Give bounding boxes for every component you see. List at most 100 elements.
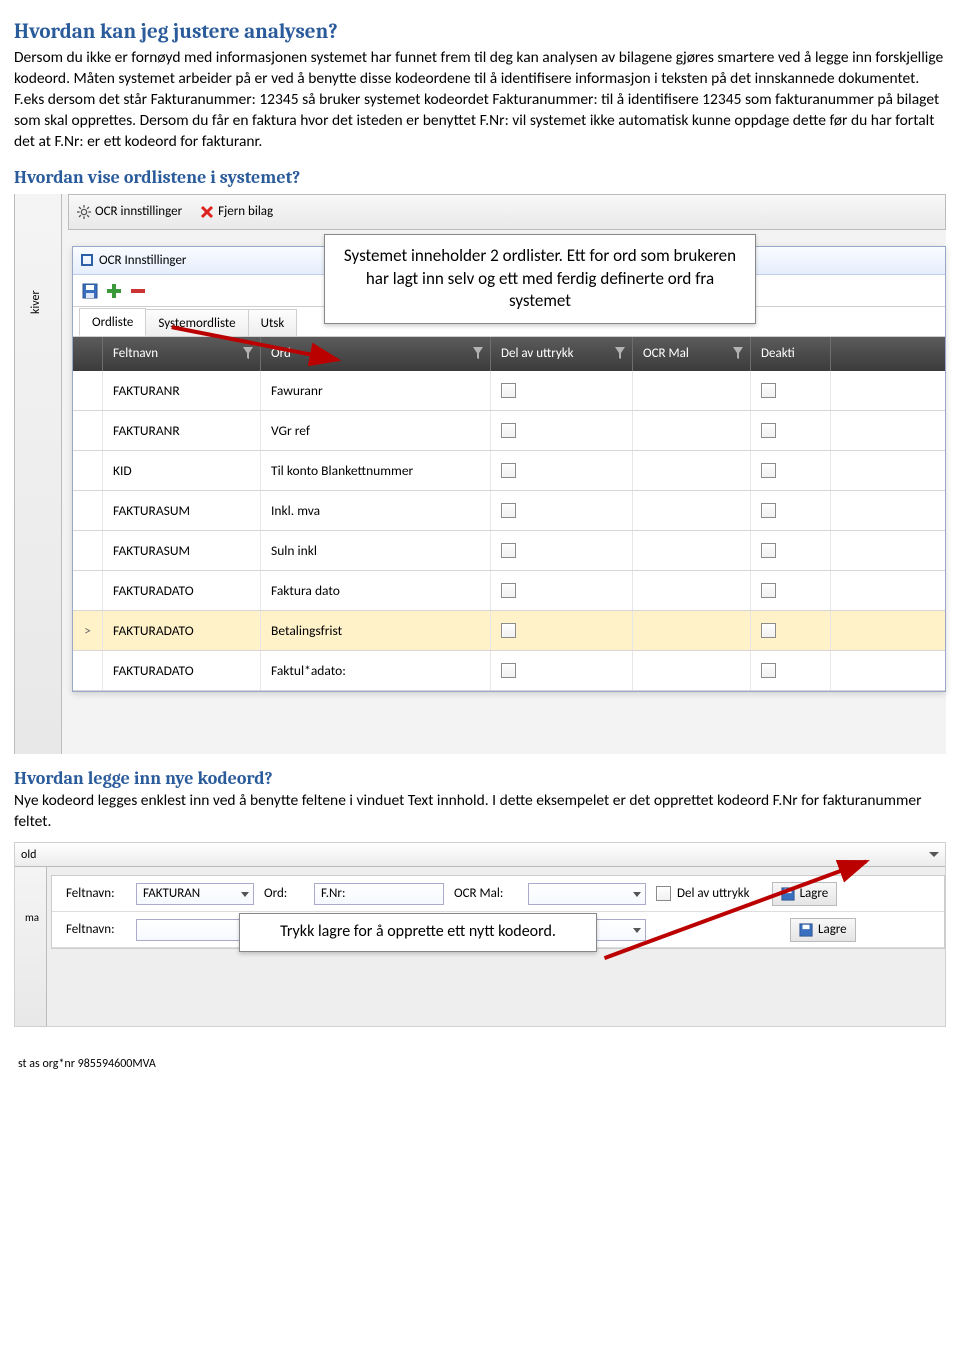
cell-ocrmal <box>633 531 751 570</box>
cell-deakti[interactable] <box>751 491 831 530</box>
cell-ocrmal <box>633 491 751 530</box>
checkbox-icon <box>501 583 516 598</box>
input-feltnavn[interactable]: FAKTURAN <box>136 883 254 905</box>
checkbox-icon <box>761 503 776 518</box>
table-row[interactable]: FAKTURASUMInkl. mva <box>73 491 945 531</box>
checkbox-icon <box>761 423 776 438</box>
checkbox-icon <box>761 383 776 398</box>
row-handle: > <box>73 611 103 650</box>
cell-ord: Suln inkl <box>261 531 491 570</box>
checkbox-icon <box>501 623 516 638</box>
table-row[interactable]: FAKTURADATOFaktura dato <box>73 571 945 611</box>
cell-deakti[interactable] <box>751 651 831 690</box>
row-handle <box>73 411 103 450</box>
cell-deakti[interactable] <box>751 531 831 570</box>
table-row[interactable]: FAKTURANRVGr ref <box>73 411 945 451</box>
side-panel-label: kiver <box>29 290 43 314</box>
row-handle <box>73 531 103 570</box>
cell-feltnavn: FAKTURANR <box>103 371 261 410</box>
cell-delav[interactable] <box>491 651 633 690</box>
cell-deakti[interactable] <box>751 371 831 410</box>
checkbox-icon <box>501 503 516 518</box>
checkbox-icon <box>501 383 516 398</box>
cell-ord: VGr ref <box>261 411 491 450</box>
screenshot-wordlists: kiver OCR innstillinger Fjern bilag Syst… <box>14 194 946 754</box>
cell-deakti[interactable] <box>751 611 831 650</box>
add-icon[interactable] <box>105 282 121 298</box>
paragraph-intro: Dersom du ikke er fornøyd med informasjo… <box>14 48 946 153</box>
remove-bilag-button[interactable]: Fjern bilag <box>200 204 273 219</box>
checkbox-icon <box>501 463 516 478</box>
checkbox-icon <box>761 583 776 598</box>
row-handle <box>73 451 103 490</box>
footer-text: st as org*nr 985594600MVA <box>14 1057 946 1071</box>
checkbox-icon <box>761 663 776 678</box>
cell-deakti[interactable] <box>751 411 831 450</box>
checkbox-icon <box>761 623 776 638</box>
table-row[interactable]: FAKTURADATOFaktul*adato: <box>73 651 945 691</box>
tooltip-save: Trykk lagre for å opprette ett nytt kode… <box>239 913 597 952</box>
cell-feltnavn: FAKTURASUM <box>103 531 261 570</box>
cell-ocrmal <box>633 651 751 690</box>
cell-ocrmal <box>633 611 751 650</box>
input-feltnavn-2[interactable] <box>136 919 254 941</box>
cell-deakti[interactable] <box>751 451 831 490</box>
table-row[interactable]: FAKTURASUMSuln inkl <box>73 531 945 571</box>
checkbox-icon <box>501 543 516 558</box>
tooltip-wordlists: Systemet inneholder 2 ordlister. Ett for… <box>324 234 756 325</box>
cell-feltnavn: FAKTURADATO <box>103 611 261 650</box>
heading-show-wordlists: Hvordan vise ordlistene i systemet? <box>14 167 946 188</box>
label-feltnavn: Feltnavn: <box>66 922 126 937</box>
window-icon <box>81 254 93 266</box>
label-ord: Ord: <box>264 886 304 901</box>
paragraph-add-keywords: Nye kodeord legges enklest inn ved å ben… <box>14 791 946 833</box>
ocr-settings-button[interactable]: OCR innstillinger <box>77 204 182 219</box>
cell-deakti[interactable] <box>751 571 831 610</box>
cell-delav[interactable] <box>491 611 633 650</box>
cell-feltnavn: FAKTURANR <box>103 411 261 450</box>
input-ord[interactable]: F.Nr: <box>314 883 444 905</box>
cell-feltnavn: FAKTURADATO <box>103 651 261 690</box>
dropdown-value: old <box>21 848 36 862</box>
table-row[interactable]: FAKTURANRFawuranr <box>73 371 945 411</box>
cell-ocrmal <box>633 571 751 610</box>
cell-ocrmal <box>633 371 751 410</box>
chevron-down-icon <box>633 892 641 897</box>
toolbar: OCR innstillinger Fjern bilag <box>68 194 946 230</box>
cell-ord: Til konto Blankettnummer <box>261 451 491 490</box>
chevron-down-icon <box>241 892 249 897</box>
cell-delav[interactable] <box>491 571 633 610</box>
cell-ocrmal <box>633 451 751 490</box>
cell-ocrmal <box>633 411 751 450</box>
cell-delav[interactable] <box>491 371 633 410</box>
cell-delav[interactable] <box>491 451 633 490</box>
col-ocrmal[interactable]: OCR Mal <box>633 337 751 371</box>
table-row[interactable]: KIDTil konto Blankettnummer <box>73 451 945 491</box>
cell-ord: Inkl. mva <box>261 491 491 530</box>
col-delavuttrykk[interactable]: Del av uttrykk <box>491 337 633 371</box>
chevron-down-icon <box>929 852 939 857</box>
row-handle <box>73 371 103 410</box>
cell-feltnavn: FAKTURADATO <box>103 571 261 610</box>
ocr-settings-label: OCR innstillinger <box>95 204 182 219</box>
save-icon[interactable] <box>81 282 97 298</box>
cell-feltnavn: FAKTURASUM <box>103 491 261 530</box>
delete-icon[interactable] <box>129 282 145 298</box>
cell-ord: Betalingsfrist <box>261 611 491 650</box>
label-feltnavn: Feltnavn: <box>66 886 126 901</box>
cell-delav[interactable] <box>491 531 633 570</box>
cell-delav[interactable] <box>491 411 633 450</box>
label-ocrmal: OCR Mal: <box>454 886 518 901</box>
screenshot-add-keyword: old ma Feltnavn: FAKTURAN Ord: F.Nr: OCR… <box>14 842 946 1027</box>
checkbox-icon <box>761 543 776 558</box>
cell-ord: Faktul*adato: <box>261 651 491 690</box>
save-button-label: Lagre <box>818 922 847 937</box>
table-row[interactable]: >FAKTURADATOBetalingsfrist <box>73 611 945 651</box>
dialog-title-text: OCR Innstillinger <box>99 253 186 268</box>
heading-add-keywords: Hvordan legge inn nye kodeord? <box>14 768 946 789</box>
cell-delav[interactable] <box>491 491 633 530</box>
col-deakti[interactable]: Deakti <box>751 337 831 371</box>
tab-ordliste[interactable]: Ordliste <box>79 308 146 336</box>
side-panel-2: ma <box>15 867 47 1026</box>
cell-ord: Faktura dato <box>261 571 491 610</box>
